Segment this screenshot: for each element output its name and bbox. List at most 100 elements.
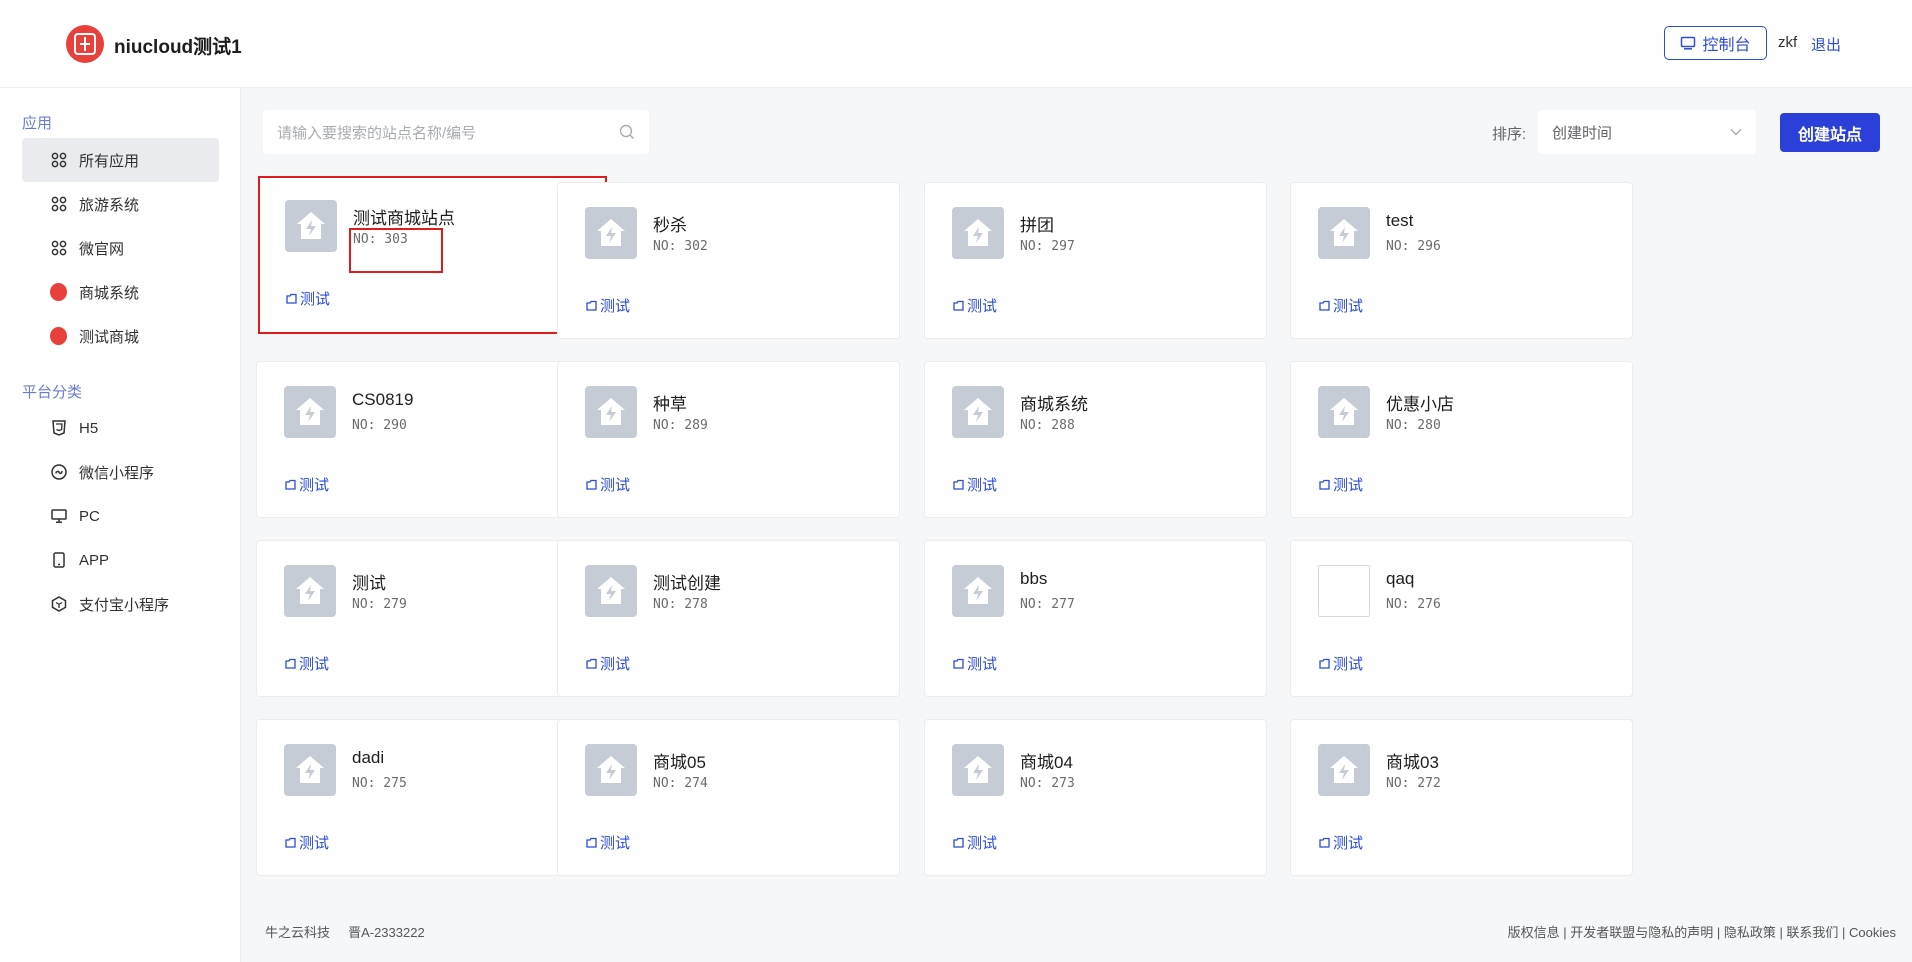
site-card[interactable]: dadi NO: 275 测试 xyxy=(256,719,599,876)
site-name: 商城系统 xyxy=(1020,395,1088,414)
site-no: NO: 273 xyxy=(1020,776,1075,791)
site-tag[interactable]: 测试 xyxy=(285,288,330,309)
site-tag[interactable]: 测试 xyxy=(952,474,997,495)
sidebar-item-app[interactable]: APP xyxy=(22,538,219,582)
site-tag[interactable]: 测试 xyxy=(952,295,997,316)
site-tag[interactable]: 测试 xyxy=(952,653,997,674)
site-tag[interactable]: 测试 xyxy=(952,832,997,853)
site-name: 商城05 xyxy=(653,753,706,772)
search-input[interactable]: 请输入要搜索的站点名称/编号 xyxy=(263,110,649,154)
site-card[interactable]: 测试创建 NO: 278 测试 xyxy=(557,540,900,697)
tag-icon xyxy=(953,300,964,311)
sidebar-item-label: 测试商城 xyxy=(79,328,140,346)
site-logo-icon xyxy=(285,200,337,252)
site-no: NO: 302 xyxy=(653,239,708,254)
tag-icon xyxy=(285,479,296,490)
tag-icon xyxy=(1319,300,1330,311)
site-logo-icon xyxy=(952,207,1004,259)
site-tag[interactable]: 测试 xyxy=(284,832,329,853)
site-card[interactable]: bbs NO: 277 测试 xyxy=(924,540,1267,697)
site-logo-icon xyxy=(585,207,637,259)
site-name: 测试商城站点 xyxy=(353,209,455,228)
site-no: NO: 272 xyxy=(1386,776,1441,791)
site-name: 商城03 xyxy=(1386,753,1439,772)
tag-icon xyxy=(586,837,597,848)
sidebar-item-h5[interactable]: H5 xyxy=(22,406,219,450)
sidebar-item-alipay-mini[interactable]: 支付宝小程序 xyxy=(22,582,219,626)
tag-icon xyxy=(586,300,597,311)
sidebar: 应用 所有应用 旅游系统 微官网 商城系统 测试商城 平台分类 H5 微信小程序… xyxy=(0,88,241,962)
sidebar-item-label: APP xyxy=(79,551,110,569)
site-card[interactable]: qaq NO: 276 测试 xyxy=(1290,540,1633,697)
site-card[interactable]: 优惠小店 NO: 280 测试 xyxy=(1290,361,1633,518)
alipay-icon xyxy=(50,596,67,613)
site-name: 测试创建 xyxy=(653,574,721,593)
site-card[interactable]: 商城05 NO: 274 测试 xyxy=(557,719,900,876)
site-tag[interactable]: 测试 xyxy=(284,653,329,674)
site-card[interactable]: 商城03 NO: 272 测试 xyxy=(1290,719,1633,876)
app-logo-icon xyxy=(50,327,67,345)
site-tag[interactable]: 测试 xyxy=(585,474,630,495)
site-logo-icon xyxy=(284,386,336,438)
monitor-icon xyxy=(1681,36,1696,50)
sidebar-item-mall-system[interactable]: 商城系统 xyxy=(22,270,219,314)
site-tag[interactable]: 测试 xyxy=(1318,295,1363,316)
tag-icon xyxy=(285,658,296,669)
sidebar-item-travel[interactable]: 旅游系统 xyxy=(22,182,219,226)
site-tag[interactable]: 测试 xyxy=(585,295,630,316)
site-tag[interactable]: 测试 xyxy=(585,653,630,674)
site-tag[interactable]: 测试 xyxy=(1318,474,1363,495)
site-tag[interactable]: 测试 xyxy=(585,832,630,853)
grid-icon xyxy=(50,196,67,213)
section-title-apps: 应用 xyxy=(22,115,53,132)
tag-icon xyxy=(1319,658,1330,669)
footer-links[interactable]: 版权信息 | 开发者联盟与隐私的声明 | 隐私政策 | 联系我们 | Cooki… xyxy=(1508,922,1896,941)
console-button[interactable]: 控制台 xyxy=(1664,26,1767,60)
site-card[interactable]: test NO: 296 测试 xyxy=(1290,182,1633,339)
mini-program-icon xyxy=(50,464,67,481)
top-header: niucloud测试1 控制台 zkf 退出 xyxy=(0,0,1912,88)
highlight-box xyxy=(349,228,443,273)
sidebar-item-website[interactable]: 微官网 xyxy=(22,226,219,270)
site-card[interactable]: 测试 NO: 279 测试 xyxy=(256,540,599,697)
sidebar-item-wechat-mini[interactable]: 微信小程序 xyxy=(22,450,219,494)
sidebar-item-all-apps[interactable]: 所有应用 xyxy=(22,138,219,182)
sidebar-item-test-mall[interactable]: 测试商城 xyxy=(22,314,219,358)
footer-company: 牛之云科技 xyxy=(265,925,331,940)
site-card[interactable]: 种草 NO: 289 测试 xyxy=(557,361,900,518)
sidebar-item-label: 微官网 xyxy=(79,240,125,258)
logout-link[interactable]: 退出 xyxy=(1811,34,1841,55)
site-name: 测试 xyxy=(352,574,386,593)
site-card[interactable]: 拼团 NO: 297 测试 xyxy=(924,182,1267,339)
create-site-button[interactable]: 创建站点 xyxy=(1780,113,1880,152)
site-logo-icon xyxy=(284,744,336,796)
site-no: NO: 278 xyxy=(653,597,708,612)
site-logo-icon xyxy=(585,386,637,438)
chevron-down-icon xyxy=(1730,129,1742,136)
site-name: 拼团 xyxy=(1020,216,1054,235)
footer-left: 牛之云科技 晋A-2333222 xyxy=(265,922,425,941)
site-no: NO: 279 xyxy=(352,597,407,612)
site-tag[interactable]: 测试 xyxy=(1318,653,1363,674)
site-tag[interactable]: 测试 xyxy=(284,474,329,495)
monitor-icon xyxy=(50,508,67,525)
sidebar-item-label: 微信小程序 xyxy=(79,464,155,482)
site-card[interactable]: 商城04 NO: 273 测试 xyxy=(924,719,1267,876)
sidebar-item-pc[interactable]: PC xyxy=(22,494,219,538)
sort-select[interactable]: 创建时间 xyxy=(1538,110,1756,154)
sidebar-item-label: 所有应用 xyxy=(79,152,140,170)
tag-icon xyxy=(586,658,597,669)
app-logo-icon xyxy=(66,25,104,63)
site-no: NO: 275 xyxy=(352,776,407,791)
site-name: test xyxy=(1386,211,1414,230)
site-tag[interactable]: 测试 xyxy=(1318,832,1363,853)
search-icon[interactable] xyxy=(619,124,635,140)
site-card[interactable]: CS0819 NO: 290 测试 xyxy=(256,361,599,518)
footer-icp[interactable]: 晋A-2333222 xyxy=(348,925,425,940)
site-card[interactable]: 商城系统 NO: 288 测试 xyxy=(924,361,1267,518)
site-card[interactable]: 测试商城站点 NO: 303 测试 xyxy=(258,176,607,334)
site-name: 优惠小店 xyxy=(1386,395,1454,414)
site-name: bbs xyxy=(1020,569,1048,588)
site-card[interactable]: 秒杀 NO: 302 测试 xyxy=(557,182,900,339)
site-name: qaq xyxy=(1386,569,1415,588)
